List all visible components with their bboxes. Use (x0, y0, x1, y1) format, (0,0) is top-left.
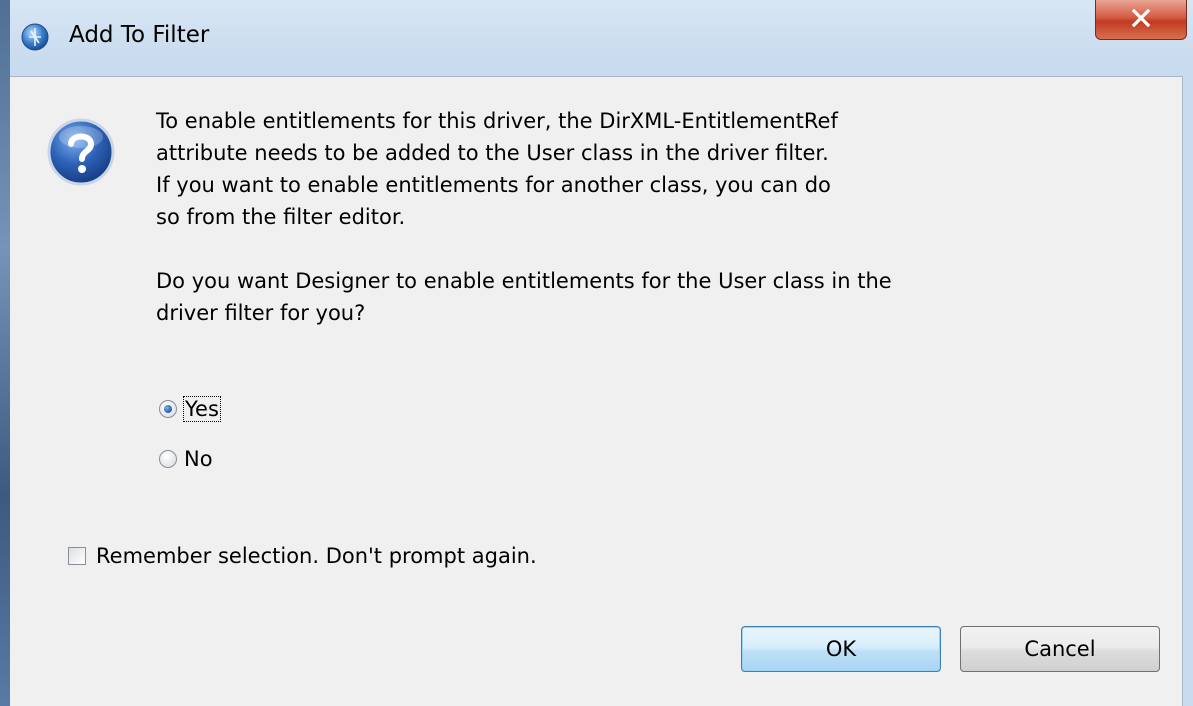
remember-selection-label[interactable]: Remember selection. Don't prompt again. (96, 544, 537, 568)
question-icon (46, 117, 116, 187)
question-line: driver filter for you? (156, 301, 366, 325)
remember-selection-option[interactable]: Remember selection. Don't prompt again. (68, 544, 537, 568)
dialog-window: Add To Filter To enable entitlements for… (0, 0, 1193, 706)
yes-radio-option[interactable]: Yes (159, 394, 221, 424)
no-radio-option[interactable]: No (159, 444, 214, 474)
dialog-message: To enable entitlements for this driver, … (156, 105, 1056, 329)
title-bar[interactable]: Add To Filter (10, 0, 1193, 76)
window-title: Add To Filter (69, 22, 210, 48)
message-line: To enable entitlements for this driver, … (156, 109, 838, 133)
no-radio-label[interactable]: No (183, 447, 214, 471)
close-button[interactable] (1095, 0, 1187, 40)
dialog-client-area: To enable entitlements for this driver, … (10, 76, 1183, 706)
ok-button[interactable]: OK (741, 626, 941, 672)
close-icon (1131, 8, 1151, 31)
message-line: If you want to enable entitlements for a… (156, 173, 831, 197)
yes-radio-label[interactable]: Yes (183, 396, 221, 422)
message-line: so from the filter editor. (156, 205, 406, 229)
window-left-border (0, 0, 10, 706)
remember-selection-checkbox[interactable] (68, 547, 86, 565)
question-line: Do you want Designer to enable entitleme… (156, 269, 892, 293)
no-radio[interactable] (159, 450, 177, 468)
yes-radio[interactable] (159, 400, 177, 418)
cancel-button[interactable]: Cancel (960, 626, 1160, 672)
app-globe-icon (20, 22, 50, 52)
message-line: attribute needs to be added to the User … (156, 141, 829, 165)
